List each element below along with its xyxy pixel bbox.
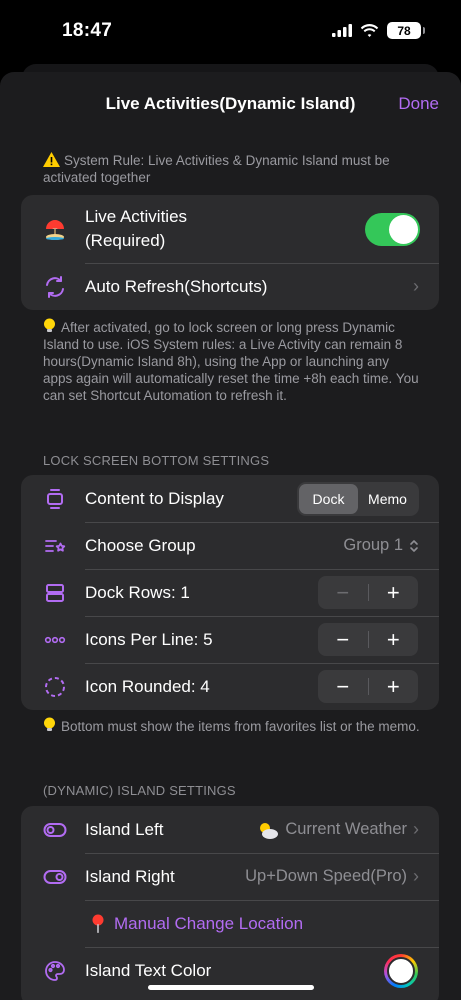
dock-rows-decrement[interactable]: − [318, 576, 368, 609]
island-left-row[interactable]: Island Left Current Weather › [21, 806, 439, 853]
dock-rows-row: Dock Rows: 1 − + [21, 569, 439, 616]
sheet-title: Live Activities(Dynamic Island) [105, 94, 356, 113]
lightbulb-icon [44, 318, 55, 332]
choose-group-value: Group 1 [343, 536, 403, 554]
island-right-label: Island Right [85, 866, 175, 886]
island-text-color-label: Island Text Color [85, 960, 212, 980]
dashed-circle-icon [43, 675, 67, 699]
warning-icon [43, 152, 60, 167]
status-time: 18:47 [62, 20, 113, 41]
live-activities-label: Live Activities (Required) [85, 207, 188, 250]
chevron-right-icon: › [413, 276, 419, 296]
icon-rounded-row: Icon Rounded: 4 − + [21, 663, 439, 710]
auto-refresh-row[interactable]: Auto Refresh(Shortcuts) › [21, 263, 439, 310]
icon-rounded-decrement[interactable]: − [318, 670, 368, 703]
island-left-value-text: Current Weather [285, 820, 407, 838]
palette-icon [43, 959, 67, 983]
island-right-value-text: Up+Down Speed(Pro) [245, 867, 407, 885]
toggle-left-icon [43, 818, 67, 842]
lock-screen-group: Content to Display Dock Memo Choose Grou… [21, 475, 439, 710]
icon-rounded-stepper: − + [318, 670, 418, 703]
dots-icon [43, 628, 67, 652]
color-picker-well[interactable] [384, 953, 418, 988]
activation-note-text: After activated, go to lock screen or lo… [43, 320, 419, 403]
choose-group-picker[interactable]: Group 1 [343, 536, 419, 555]
island-right-value: Up+Down Speed(Pro) › [245, 866, 419, 887]
manual-location-link[interactable]: Manual Change Location [114, 914, 303, 934]
beach-umbrella-icon [43, 217, 67, 241]
live-activities-toggle[interactable] [365, 212, 420, 246]
dock-rows-stepper: − + [318, 576, 418, 609]
icons-per-line-stepper: − + [318, 623, 418, 656]
display-icon [43, 487, 67, 511]
choose-group-label: Choose Group [85, 535, 196, 555]
lightbulb-icon [44, 717, 55, 731]
live-activities-row[interactable]: Live Activities (Required) [21, 195, 439, 263]
island-section-header: (DYNAMIC) ISLAND SETTINGS [43, 783, 236, 798]
content-to-display-row: Content to Display Dock Memo [21, 475, 439, 522]
battery-indicator: 78 [387, 22, 425, 39]
rows-icon [43, 581, 67, 605]
system-rule-note: System Rule: Live Activities & Dynamic I… [43, 152, 421, 186]
choose-group-row[interactable]: Choose Group Group 1 [21, 522, 439, 569]
status-icons: 78 [332, 22, 425, 39]
icon-rounded-increment[interactable]: + [369, 670, 419, 703]
toggle-right-icon [43, 865, 67, 889]
activation-note: After activated, go to lock screen or lo… [43, 318, 421, 404]
done-button[interactable]: Done [398, 94, 439, 114]
auto-refresh-label: Auto Refresh(Shortcuts) [85, 276, 268, 296]
manual-location-row[interactable]: Manual Change Location [21, 900, 439, 947]
icons-per-line-label: Icons Per Line: 5 [85, 629, 213, 649]
refresh-icon [43, 275, 67, 299]
segment-memo[interactable]: Memo [358, 484, 417, 514]
bottom-note: Bottom must show the items from favorite… [43, 717, 421, 735]
sun-cloud-icon [260, 822, 279, 839]
chevron-right-icon: › [413, 819, 419, 839]
home-indicator[interactable] [148, 985, 314, 990]
lock-screen-section-header: LOCK SCREEN BOTTOM SETTINGS [43, 453, 270, 468]
status-bar: 18:47 78 [0, 0, 461, 62]
chevron-up-down-icon [410, 539, 418, 552]
island-left-value: Current Weather › [257, 819, 419, 840]
system-rule-text: System Rule: Live Activities & Dynamic I… [43, 153, 390, 185]
live-activities-group: Live Activities (Required) Auto Refresh(… [21, 195, 439, 310]
location-pin-icon [92, 914, 104, 933]
island-left-label: Island Left [85, 819, 164, 839]
island-right-row[interactable]: Island Right Up+Down Speed(Pro) › [21, 853, 439, 900]
segment-dock[interactable]: Dock [299, 483, 358, 514]
icons-per-line-row: Icons Per Line: 5 − + [21, 616, 439, 663]
wifi-icon [360, 23, 379, 37]
dock-rows-increment[interactable]: + [369, 576, 419, 609]
auto-refresh-disclosure: › [413, 276, 419, 297]
list-star-icon [43, 534, 67, 558]
content-to-display-label: Content to Display [85, 488, 224, 508]
icons-per-line-decrement[interactable]: − [318, 623, 368, 656]
cellular-signal-icon [332, 24, 352, 37]
chevron-right-icon: › [413, 866, 419, 886]
content-segmented-control: Dock Memo [297, 481, 419, 516]
live-activities-sheet: Live Activities(Dynamic Island) Done Sys… [0, 72, 461, 1000]
island-group: Island Left Current Weather › Island Rig… [21, 806, 439, 1000]
icons-per-line-increment[interactable]: + [369, 623, 419, 656]
bottom-note-text: Bottom must show the items from favorite… [61, 719, 420, 734]
icon-rounded-label: Icon Rounded: 4 [85, 676, 210, 696]
dock-rows-label: Dock Rows: 1 [85, 582, 190, 602]
